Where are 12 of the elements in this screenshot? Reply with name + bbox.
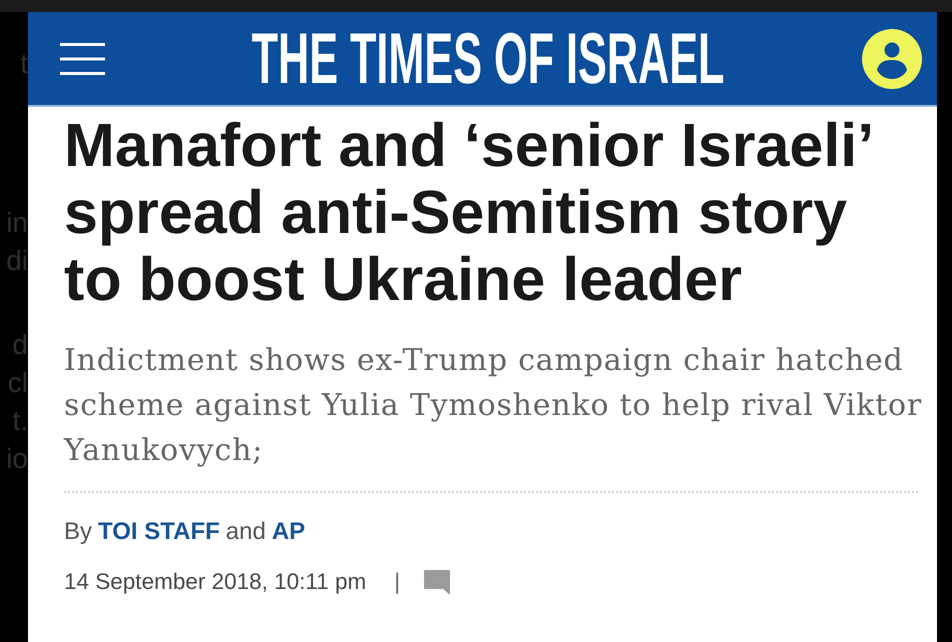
author-link[interactable]: AP — [272, 516, 306, 548]
separator: | — [394, 568, 400, 596]
comment-icon[interactable] — [424, 570, 450, 594]
user-account-icon[interactable] — [862, 28, 922, 88]
publish-date: 14 September 2018, 10:11 pm — [64, 568, 366, 596]
site-logo-title[interactable]: THE TIMES OF ISRAEL — [252, 22, 725, 94]
author-link[interactable]: TOI STAFF — [98, 516, 220, 548]
byline-joiner: and — [226, 517, 266, 547]
menu-icon[interactable] — [60, 42, 105, 76]
byline-prefix: By — [64, 517, 92, 547]
article-subheadline: Indictment shows ex-Trump campaign chair hatched scheme against Yulia Tymoshenko to help rival Viktor Yanukovych; — [64, 342, 923, 470]
article-headline: Manafort and ‘senior Israeli’ spread anti-Semitism story to boost Ukraine leader — [64, 112, 872, 313]
